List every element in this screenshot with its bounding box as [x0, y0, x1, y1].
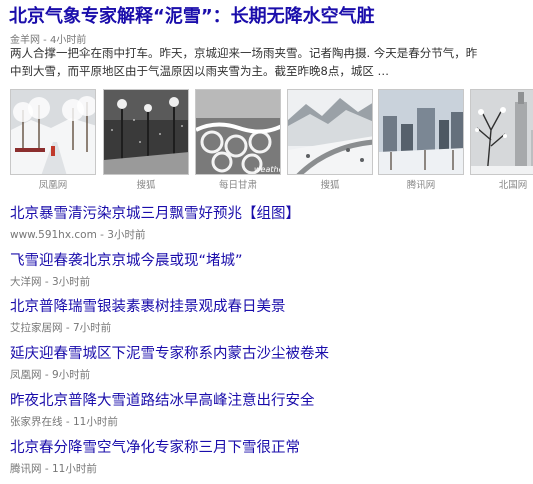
result-title[interactable]: 北京暴雪清污染京城三月飘雪好预兆【组图】 [10, 205, 300, 223]
result-title[interactable]: 昨夜北京普降大雪道路结冰早高峰注意出行安全 [10, 392, 315, 410]
image-source-5: 腾讯网 [406, 180, 436, 191]
meta-separator: - [62, 416, 73, 428]
result-meta: 腾讯网 - 11小时前 [10, 461, 300, 476]
result-meta: 张家界在线 - 11小时前 [10, 414, 315, 429]
meta-separator: - [41, 276, 52, 288]
result-item-2: 飞雪迎春袭北京京城今晨或现“堵城” 大洋网 - 3小时前 [10, 252, 243, 289]
result-meta: 凤凰网 - 9小时前 [10, 367, 329, 382]
image-thumb-2[interactable] [103, 89, 189, 175]
image-watermark: weather [254, 165, 281, 174]
result-time: 3小时前 [107, 229, 146, 241]
snippet-line: 两人合撑一把伞在雨中打车。昨天，京城迎来一场雨夹雪。记者陶冉摄. 今天是春分节气… [10, 46, 478, 60]
result-item-1: 北京暴雪清污染京城三月飘雪好预兆【组图】 www.591hx.com - 3小时… [10, 205, 300, 242]
result-time: 11小时前 [51, 463, 97, 475]
image-thumb-5[interactable] [378, 89, 464, 175]
result-item-6: 北京春分降雪空气净化专家称三月下雪很正常 腾讯网 - 11小时前 [10, 439, 300, 476]
result-source: 凤凰网 [10, 369, 42, 381]
result-source: www.591hx.com [10, 229, 97, 241]
result-title[interactable]: 北京普降瑞雪银装素裹树挂景观成春日美景 [10, 298, 286, 316]
night-snow-street-photo-icon [104, 90, 188, 174]
result-item-3: 北京普降瑞雪银装素裹树挂景观成春日美景 艾拉家居网 - 7小时前 [10, 298, 286, 335]
image-source-4: 搜狐 [320, 180, 340, 191]
snow-tree-tower-photo-icon [471, 90, 533, 174]
meta-separator: - [41, 369, 52, 381]
result-title[interactable]: 延庆迎春雪城区下泥雪专家称系内蒙古沙尘被卷来 [10, 345, 329, 363]
meta-separator: - [41, 463, 52, 475]
result-time: 7小时前 [72, 322, 112, 334]
image-source-2: 搜狐 [136, 180, 156, 191]
result-time: 9小时前 [51, 369, 91, 381]
image-source-6: 北国网 [498, 180, 528, 191]
image-source-1: 凤凰网 [38, 180, 68, 191]
result-meta: 大洋网 - 3小时前 [10, 274, 243, 289]
result-time: 11小时前 [72, 416, 118, 428]
top-story-title[interactable]: 北京气象专家解释“泥雪”：长期无降水空气脏 [9, 6, 375, 28]
meta-separator: - [96, 229, 108, 241]
city-skyline-snow-photo-icon [379, 90, 463, 174]
result-title[interactable]: 飞雪迎春袭北京京城今晨或现“堵城” [10, 252, 243, 270]
news-results-page: 北京气象专家解释“泥雪”：长期无降水空气脏 金羊网 - 4小时前 两人合撑一把伞… [0, 0, 533, 484]
result-time: 3小时前 [51, 276, 91, 288]
result-meta: www.591hx.com - 3小时前 [10, 227, 300, 242]
image-thumb-4[interactable] [287, 89, 373, 175]
image-thumb-3[interactable]: weather [195, 89, 281, 175]
snow-covered-bicycles-photo-icon: weather [196, 90, 281, 174]
result-source: 大洋网 [10, 276, 42, 288]
result-source: 张家界在线 [10, 416, 63, 428]
snowy-park-photo-icon [11, 90, 95, 174]
result-title[interactable]: 北京春分降雪空气净化专家称三月下雪很正常 [10, 439, 300, 457]
result-source: 艾拉家居网 [10, 322, 63, 334]
top-story-snippet: 两人合撑一把伞在雨中打车。昨天，京城迎来一场雨夹雪。记者陶冉摄. 今天是春分节气… [10, 44, 530, 80]
snowy-mountain-road-photo-icon [288, 90, 372, 174]
image-thumb-6[interactable] [470, 89, 533, 175]
image-source-3: 每日甘肃 [218, 180, 257, 191]
result-item-5: 昨夜北京普降大雪道路结冰早高峰注意出行安全 张家界在线 - 11小时前 [10, 392, 315, 429]
result-meta: 艾拉家居网 - 7小时前 [10, 320, 286, 335]
meta-separator: - [62, 322, 73, 334]
result-source: 腾讯网 [10, 463, 42, 475]
snippet-line: 中到大雪，而平原地区由于气温原因以雨夹雪为主。截至昨晚8点，城区 … [10, 64, 389, 78]
image-thumb-1[interactable] [10, 89, 96, 175]
result-item-4: 延庆迎春雪城区下泥雪专家称系内蒙古沙尘被卷来 凤凰网 - 9小时前 [10, 345, 329, 382]
